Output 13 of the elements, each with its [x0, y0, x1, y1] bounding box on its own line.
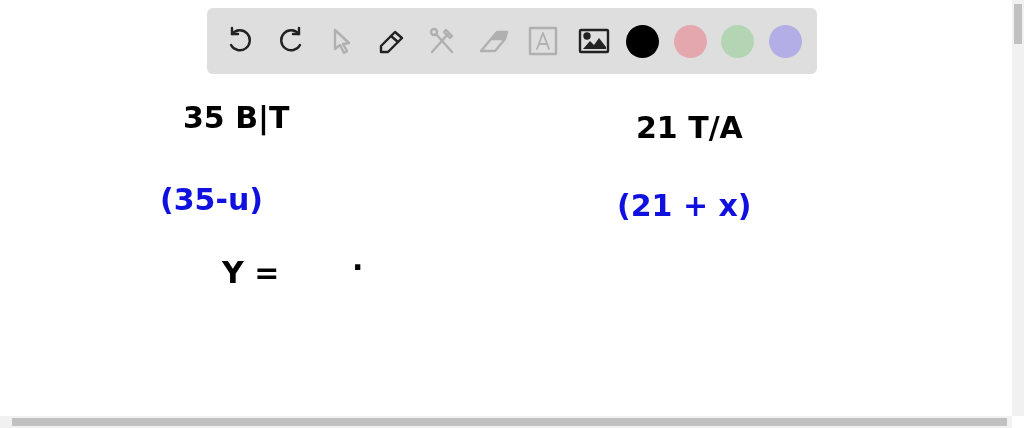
vertical-scrollbar[interactable]: [1012, 0, 1024, 416]
handwritten-note: (21 + x): [617, 188, 752, 224]
color-swatch[interactable]: [673, 24, 707, 58]
handwritten-note: Y =: [222, 255, 280, 291]
handwritten-note: 35 B|T: [183, 100, 290, 136]
dot-mark: ·: [352, 250, 364, 286]
horizontal-scrollbar[interactable]: [0, 416, 1012, 428]
handwritten-note: 21 T/A: [636, 110, 743, 146]
color-swatch[interactable]: [626, 24, 660, 58]
color-swatch[interactable]: [721, 24, 755, 58]
color-swatch[interactable]: [768, 24, 802, 58]
text-icon: [527, 25, 560, 57]
handwritten-note: (35-u): [160, 182, 263, 218]
